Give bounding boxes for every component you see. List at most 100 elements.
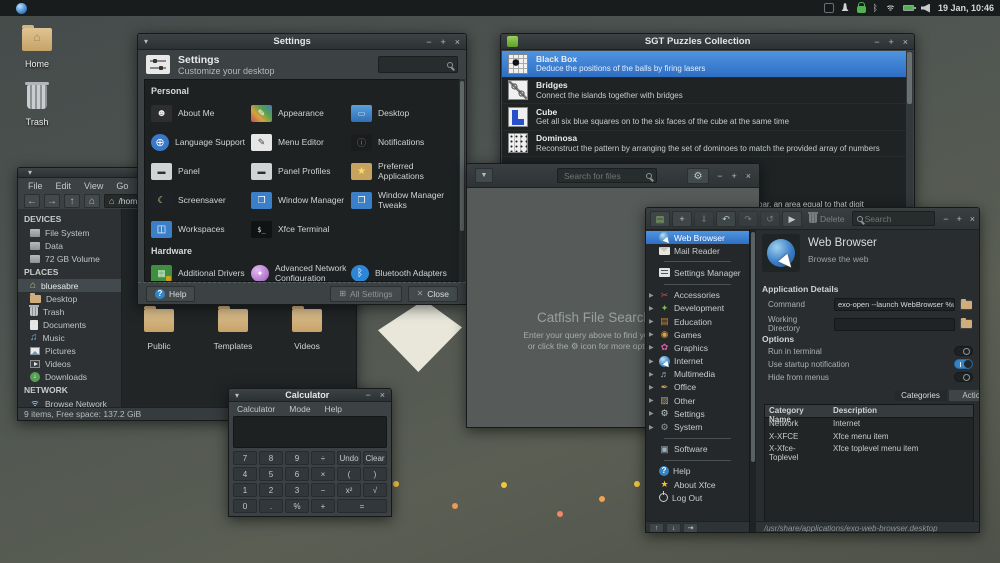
- menu-item-web-browser[interactable]: Web Browser: [646, 231, 749, 244]
- menulibre-search[interactable]: [852, 211, 936, 226]
- key-4[interactable]: 4: [233, 467, 257, 481]
- settings-item-workspaces[interactable]: Workspaces: [151, 215, 251, 244]
- browse-command-button[interactable]: [959, 299, 973, 311]
- table-row[interactable]: Network Internet: [765, 418, 973, 431]
- settings-item-preferred-applications[interactable]: Preferred Applications: [351, 157, 451, 186]
- wifi-icon[interactable]: [885, 4, 896, 12]
- browse-directory-button[interactable]: [959, 318, 973, 330]
- forward-button[interactable]: →: [44, 194, 60, 208]
- menu-item-settings-manager[interactable]: Settings Manager: [646, 266, 749, 279]
- launcher-name[interactable]: Web Browser: [808, 237, 877, 249]
- settings-item-menu-editor[interactable]: Menu Editor: [251, 128, 351, 157]
- all-settings-button[interactable]: ⊞ All Settings: [330, 286, 401, 302]
- menu-go[interactable]: Go: [116, 181, 128, 189]
- catfish-headerbar[interactable]: ▼ ⚙ − + ×: [467, 164, 759, 188]
- menu-item-office[interactable]: ▶✒Office: [646, 381, 749, 394]
- key-9[interactable]: 9: [285, 451, 309, 465]
- menu-edit[interactable]: Edit: [56, 181, 72, 189]
- close-button[interactable]: ×: [455, 35, 460, 49]
- table-row[interactable]: X-XFCE Xfce menu item: [765, 431, 973, 444]
- menulibre-app-icon[interactable]: ▤: [650, 211, 670, 227]
- sidebar-item-documents[interactable]: Documents: [18, 318, 121, 331]
- menu-mode[interactable]: Mode: [289, 404, 310, 413]
- menu-item-internet[interactable]: ▶Internet: [646, 355, 749, 368]
- notification-bell-icon[interactable]: [841, 3, 850, 13]
- back-button[interactable]: ←: [24, 194, 40, 208]
- close-button[interactable]: ×: [903, 35, 908, 49]
- menu-item-games[interactable]: ▶◉Games: [646, 328, 749, 341]
- menu-item-graphics[interactable]: ▶✿Graphics: [646, 341, 749, 354]
- sidebar-item-pictures[interactable]: Pictures: [18, 344, 121, 357]
- hide-from-menus-toggle[interactable]: [954, 372, 973, 382]
- menulibre-search-input[interactable]: [863, 213, 931, 225]
- menu-item-system[interactable]: ▶⚙System: [646, 420, 749, 433]
- settings-item-advanced-network-configuration[interactable]: Advanced Network Configuration: [251, 259, 351, 282]
- redo-icon[interactable]: ↷: [738, 211, 758, 227]
- sidebar-item-volume[interactable]: 72 GB Volume: [18, 252, 121, 265]
- settings-item-window-manager-tweaks[interactable]: Window Manager Tweaks: [351, 186, 451, 215]
- file-public[interactable]: Public: [124, 309, 194, 351]
- window-menu-icon[interactable]: ▾: [28, 168, 42, 177]
- settings-item-about-me[interactable]: About Me: [151, 99, 251, 128]
- home-button[interactable]: ⌂: [84, 194, 100, 208]
- minimize-button[interactable]: −: [943, 212, 948, 226]
- volume-icon[interactable]: [921, 4, 930, 13]
- delete-button[interactable]: Delete: [804, 211, 850, 227]
- file-videos[interactable]: Videos: [272, 309, 342, 351]
- menu-item-log-out[interactable]: Log Out: [646, 491, 749, 504]
- desktop-icon-trash[interactable]: Trash: [9, 85, 65, 127]
- table-row[interactable]: X-Xfce-Toplevel Xfce toplevel menu item: [765, 443, 973, 456]
- key-sqrt[interactable]: √: [363, 483, 387, 497]
- desktop-icon-home[interactable]: Home: [9, 28, 65, 69]
- key-divide[interactable]: ÷: [311, 451, 335, 465]
- key-decimal[interactable]: .: [259, 499, 283, 513]
- key-1[interactable]: 1: [233, 483, 257, 497]
- key-equals[interactable]: =: [337, 499, 387, 513]
- command-field[interactable]: exo-open --launch WebBrowser %u: [834, 298, 955, 311]
- settings-titlebar[interactable]: ▾ Settings − + ×: [138, 34, 466, 50]
- window-menu-icon[interactable]: ▾: [235, 391, 249, 400]
- settings-item-panel[interactable]: Panel: [151, 157, 251, 186]
- key-7[interactable]: 7: [233, 451, 257, 465]
- minimize-button[interactable]: −: [365, 388, 370, 402]
- key-3[interactable]: 3: [285, 483, 309, 497]
- sidebar-item-downloads[interactable]: Downloads: [18, 370, 121, 383]
- key-subtract[interactable]: −: [311, 483, 335, 497]
- close-button[interactable]: ×: [970, 212, 975, 226]
- terminal-tray-icon[interactable]: [824, 3, 834, 13]
- sidebar-item-desktop[interactable]: Desktop: [18, 292, 121, 305]
- settings-item-bluetooth-adapters[interactable]: Bluetooth Adapters: [351, 259, 451, 282]
- up-button[interactable]: ↑: [64, 194, 80, 208]
- clock[interactable]: 19 Jan, 10:46: [938, 3, 994, 13]
- menu-item-accessories[interactable]: ▶✂Accessories: [646, 289, 749, 302]
- execute-button[interactable]: ▶: [782, 211, 802, 227]
- revert-icon[interactable]: ↺: [760, 211, 780, 227]
- puzzles-scrollbar[interactable]: [906, 51, 913, 208]
- sidebar-item-videos[interactable]: Videos: [18, 357, 121, 370]
- sidebar-item-file-system[interactable]: File System: [18, 226, 121, 239]
- menu-item-other[interactable]: ▶▨Other: [646, 394, 749, 407]
- menu-item-software[interactable]: ▣Software: [646, 443, 749, 456]
- settings-search[interactable]: [378, 56, 458, 73]
- working-directory-field[interactable]: [834, 318, 955, 331]
- maximize-button[interactable]: +: [440, 35, 445, 49]
- menu-item-help[interactable]: Help: [646, 465, 749, 478]
- key-6[interactable]: 6: [285, 467, 309, 481]
- move-up-button[interactable]: ↑: [649, 523, 664, 533]
- key-multiply[interactable]: ×: [311, 467, 335, 481]
- save-button[interactable]: ⇓: [694, 211, 714, 227]
- menu-item-about-xfce[interactable]: ★About Xfce: [646, 478, 749, 491]
- key-5[interactable]: 5: [259, 467, 283, 481]
- menu-view[interactable]: View: [84, 181, 103, 189]
- settings-item-screensaver[interactable]: Screensaver: [151, 186, 251, 215]
- settings-item-appearance[interactable]: Appearance: [251, 99, 351, 128]
- column-category-name[interactable]: Category Name: [765, 405, 829, 417]
- sidebar-item-trash[interactable]: Trash: [18, 305, 121, 318]
- settings-item-xfce-terminal[interactable]: Xfce Terminal: [251, 215, 351, 244]
- close-button[interactable]: ×: [746, 169, 751, 183]
- launcher-icon-button[interactable]: [762, 234, 800, 272]
- key-square[interactable]: x²: [337, 483, 361, 497]
- column-description[interactable]: Description: [829, 405, 881, 417]
- menu-help[interactable]: Help: [325, 404, 342, 413]
- puzzle-row-cube[interactable]: CubeGet all six blue squares on to the s…: [502, 104, 906, 131]
